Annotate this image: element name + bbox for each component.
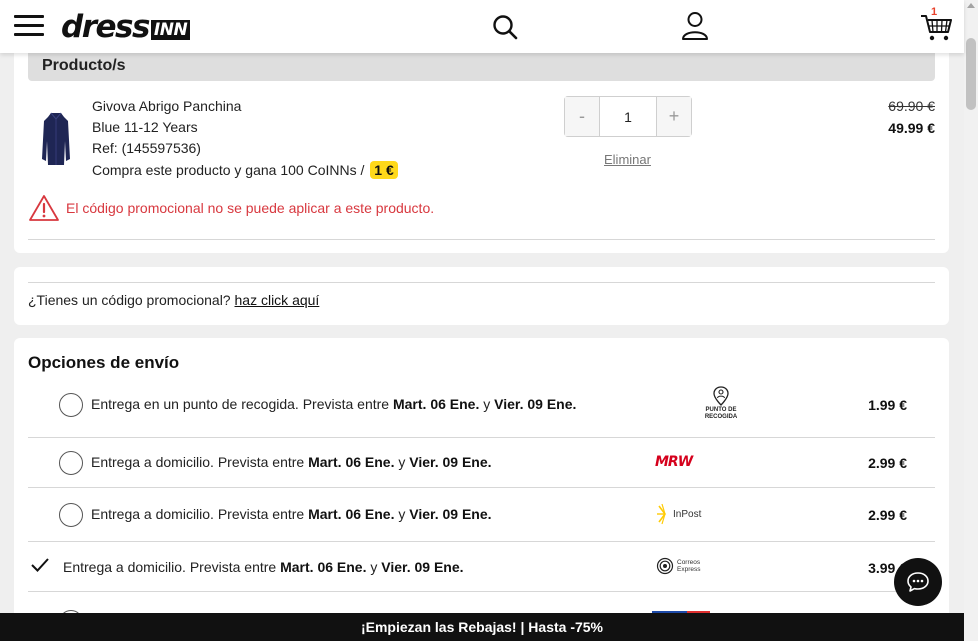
- quantity-decrease-button[interactable]: -: [565, 97, 600, 136]
- promo-code-link[interactable]: haz click aquí: [235, 292, 320, 308]
- pickup-point-carrier-logo: PUNTO DE RECOGIDA: [704, 386, 738, 421]
- promo-code-prompt: ¿Tienes un código promocional? haz click…: [28, 292, 319, 308]
- divider: [28, 487, 935, 488]
- products-card: Producto/s Givova Abrigo Panchina Blue 1…: [14, 40, 949, 253]
- user-icon[interactable]: [681, 11, 709, 41]
- promo-error-message: El código promocional no se puede aplica…: [28, 194, 434, 222]
- location-pin-icon: [713, 386, 729, 406]
- divider: [28, 239, 935, 240]
- shipping-option-text: Entrega a domicilio. Prevista entre Mart…: [91, 506, 492, 522]
- shipping-option-correos-express[interactable]: Entrega a domicilio. Prevista entre Mart…: [28, 542, 935, 592]
- shipping-title: Opciones de envío: [28, 353, 180, 372]
- check-icon: [31, 558, 49, 572]
- correos-express-carrier-logo: Correos Express: [656, 557, 700, 575]
- shipping-option-text: Entrega en un punto de recogida. Previst…: [91, 396, 577, 412]
- divider: [28, 591, 935, 592]
- products-section-title: Producto/s: [42, 57, 126, 74]
- shipping-price: 2.99 €: [868, 507, 907, 523]
- warning-icon: [29, 195, 59, 221]
- coins-value-badge: 1 €: [370, 161, 398, 179]
- logo-text: dress: [61, 9, 150, 45]
- sale-banner[interactable]: ¡Empiezan las Rebajas! | Hasta -75%: [0, 613, 964, 641]
- shipping-option-inpost[interactable]: Entrega a domicilio. Prevista entre Mart…: [28, 489, 935, 539]
- dressinn-logo[interactable]: dress INN: [61, 9, 191, 45]
- chat-bubble-icon: [907, 572, 929, 592]
- shipping-option-text: Entrega a domicilio. Prevista entre Mart…: [63, 559, 464, 575]
- inpost-sun-icon: [657, 503, 666, 525]
- product-name[interactable]: Givova Abrigo Panchina: [92, 98, 241, 114]
- menu-icon[interactable]: [14, 15, 44, 37]
- promo-question: ¿Tienes un código promocional?: [28, 292, 231, 308]
- scroll-up-arrow-icon[interactable]: [967, 3, 975, 8]
- shipping-options-card: Opciones de envío Entrega en un punto de…: [14, 338, 949, 628]
- quantity-stepper: - +: [564, 96, 692, 137]
- logo-badge: INN: [150, 20, 191, 40]
- shipping-radio[interactable]: [59, 451, 83, 475]
- cart-count-badge: 1: [931, 6, 938, 18]
- products-section-header: Producto/s: [28, 51, 935, 81]
- site-header: dress INN 1: [0, 0, 964, 53]
- remove-product-link[interactable]: Eliminar: [604, 152, 651, 167]
- shipping-price: 1.99 €: [868, 397, 907, 413]
- shipping-option-pickup-point[interactable]: Entrega en un punto de recogida. Previst…: [28, 380, 935, 430]
- product-image-coat[interactable]: [40, 111, 72, 167]
- promo-error-text: El código promocional no se puede aplica…: [66, 200, 435, 216]
- quantity-input[interactable]: [600, 97, 656, 136]
- page-scrollbar[interactable]: [964, 0, 978, 641]
- scroll-thumb[interactable]: [966, 38, 976, 110]
- promo-code-card: ¿Tienes un código promocional? haz click…: [14, 267, 949, 325]
- product-ref: Ref: (145597536): [92, 140, 201, 156]
- product-price-new: 49.99 €: [888, 120, 935, 136]
- shipping-option-mrw[interactable]: Entrega a domicilio. Prevista entre Mart…: [28, 438, 935, 488]
- shipping-option-text: Entrega a domicilio. Prevista entre Mart…: [91, 454, 492, 470]
- divider: [28, 282, 935, 283]
- correos-express-icon: [656, 557, 674, 575]
- mrw-carrier-logo: MRW: [655, 454, 693, 470]
- product-price-old: 69.90 €: [888, 98, 935, 114]
- inpost-carrier-logo: InPost: [656, 503, 701, 525]
- shipping-radio[interactable]: [59, 393, 83, 417]
- product-variant: Blue 11-12 Years: [92, 119, 198, 135]
- chat-button[interactable]: [894, 558, 942, 606]
- coins-text: Compra este producto y gana 100 CoINNs /: [92, 162, 365, 178]
- quantity-increase-button[interactable]: +: [656, 97, 691, 136]
- search-icon[interactable]: [492, 14, 518, 40]
- shipping-radio[interactable]: [59, 503, 83, 527]
- product-coins-info: Compra este producto y gana 100 CoINNs /…: [92, 161, 398, 179]
- shipping-price: 2.99 €: [868, 455, 907, 471]
